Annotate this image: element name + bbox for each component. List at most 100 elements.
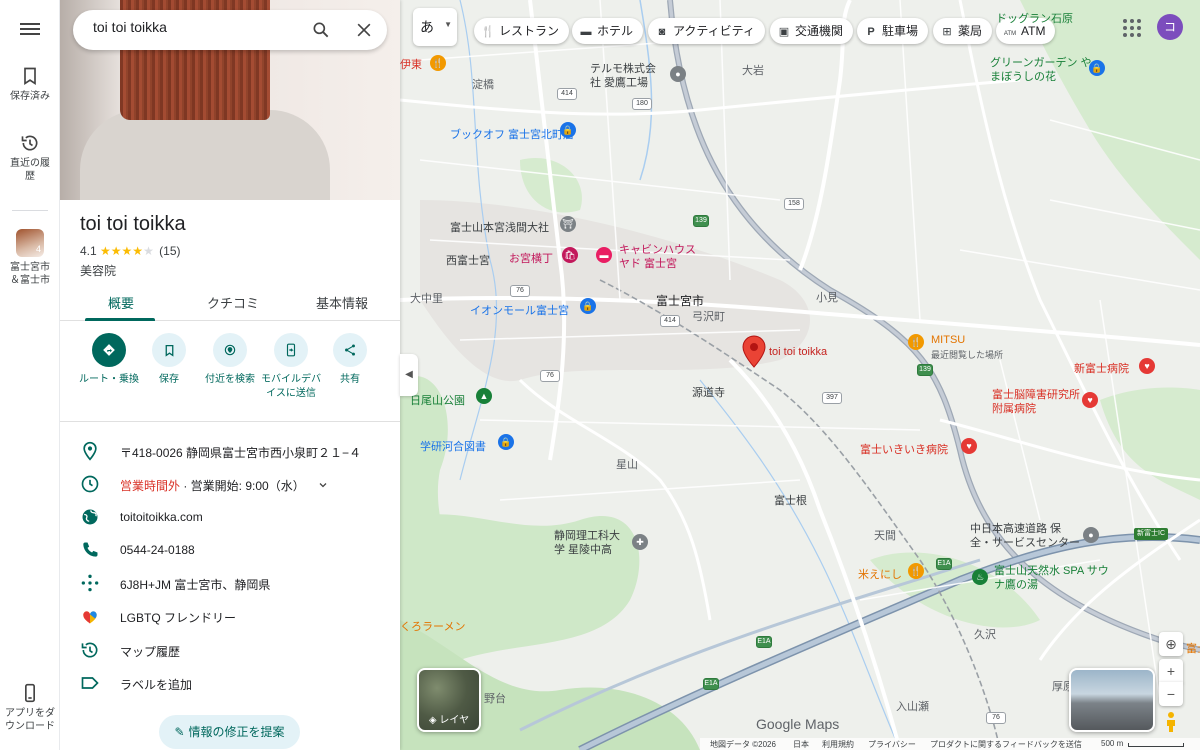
share-button[interactable]: 共有 (319, 333, 381, 387)
save-button[interactable]: 保存 (138, 333, 200, 387)
street-view-preview[interactable] (1069, 668, 1155, 732)
map-label[interactable]: 学研河合図書 (420, 438, 486, 454)
address-text: 〒418-0026 静岡県富士宮市西小泉町２１−４ (120, 446, 362, 460)
hours-status: 営業時間外 (120, 479, 181, 493)
recent-place-button[interactable]: 4 富士宮市＆富士市 (0, 229, 60, 287)
footer-japan[interactable]: 日本 (793, 739, 809, 750)
website-row[interactable]: toitoitoikka.com (60, 501, 400, 534)
chevron-down-icon[interactable] (317, 479, 329, 491)
chip-transit[interactable]: ▣ 交通機関 (770, 18, 854, 44)
zoom-out-button[interactable]: − (1159, 682, 1183, 706)
chip-restaurant[interactable]: 🍴 レストラン (474, 18, 570, 44)
map-label[interactable]: 静岡理工科大学 星陵中高 (554, 529, 626, 558)
phone-row[interactable]: 0544-24-0188 (60, 534, 400, 567)
business-poi-icon[interactable]: ● (670, 66, 686, 82)
input-tools-button[interactable]: あ ▼ (413, 8, 457, 46)
map-label[interactable]: 富士脳障害研究所附属病院 (992, 388, 1080, 417)
map-label[interactable]: ブックオフ 富士宮北町店 (450, 126, 574, 142)
tab-about[interactable]: 基本情報 (316, 293, 368, 312)
chip-parking[interactable]: P 駐車場 (857, 18, 929, 44)
route-shield: 158 (784, 198, 804, 210)
map-label[interactable]: 新富士病院 (1074, 360, 1129, 376)
map-label[interactable]: ドッグラン石原 (996, 10, 1073, 26)
shopping-poi-icon[interactable]: 🔒 (498, 434, 514, 450)
restaurant-poi-icon[interactable]: 🍴 (430, 55, 446, 71)
hospital-poi-icon[interactable]: ♥ (1139, 358, 1155, 374)
route-shield: 414 (557, 88, 577, 100)
shopping-poi-icon[interactable]: 🛍 (562, 247, 578, 263)
map-label[interactable]: 富士いきいき病院 (860, 441, 948, 457)
scale-bar[interactable] (1128, 743, 1184, 747)
park-poi-icon[interactable]: ▲ (476, 388, 492, 404)
garden-poi-icon[interactable]: 🔒 (1089, 60, 1105, 76)
place-pin-label[interactable]: toi toi toikka (769, 346, 827, 358)
shopping-poi-icon[interactable]: 🔒 (580, 298, 596, 314)
scale-label[interactable]: 500 m (1101, 739, 1123, 748)
shopping-poi-icon[interactable]: 🔒 (560, 122, 576, 138)
feedback-link[interactable]: プロダクトに関するフィードバックを送信 (930, 739, 1082, 750)
close-icon[interactable] (354, 20, 374, 40)
map-label[interactable]: くろラーメン (400, 618, 466, 634)
get-app-button[interactable]: アプリをダウンロード (0, 683, 60, 733)
tab-overview[interactable]: 概要 (108, 293, 134, 312)
shrine-poi-icon[interactable]: ⛩ (560, 216, 576, 232)
address-row[interactable]: 〒418-0026 静岡県富士宮市西小泉町２１−４ (60, 435, 400, 468)
search-box (73, 10, 387, 50)
hospital-poi-icon[interactable]: ♥ (1082, 392, 1098, 408)
map-label[interactable]: 伊東 (400, 56, 422, 72)
spa-poi-icon[interactable]: ♨ (972, 569, 988, 585)
search-icon[interactable] (311, 20, 331, 40)
hospital-poi-icon[interactable]: ♥ (961, 438, 977, 454)
account-avatar[interactable]: コ (1157, 14, 1183, 40)
phone-call-icon (83, 542, 98, 557)
collapse-panel-button[interactable]: ◀ (400, 354, 418, 396)
suggest-edit-button[interactable]: ✎ 情報の修正を提案 (159, 715, 300, 749)
send-to-phone-button[interactable]: モバイルデバイスに送信 (260, 333, 322, 400)
add-label-row[interactable]: ラベルを追加 (60, 667, 400, 700)
pharmacy-icon: ⊞ (942, 26, 952, 38)
place-category[interactable]: 美容院 (80, 262, 116, 279)
map-label[interactable]: 富士山本宮浅間大社 (450, 219, 549, 235)
restaurant-poi-icon[interactable]: 🍴 (908, 563, 924, 579)
school-poi-icon[interactable]: ✚ (632, 534, 648, 550)
map-label[interactable]: テルモ株式会社 愛鷹工場 (590, 62, 662, 91)
nearby-button[interactable]: 付近を検索 (199, 333, 261, 387)
chip-hotel[interactable]: ▬ ホテル (572, 18, 644, 44)
privacy-link[interactable]: プライバシー (868, 739, 916, 750)
route-shield: E1A (756, 636, 772, 648)
layers-button[interactable]: ◈ レイヤ (417, 668, 481, 732)
pegman-icon[interactable] (1159, 710, 1183, 734)
recent-button[interactable]: 直近の履歴 (0, 133, 60, 183)
map-canvas[interactable]: あ ▼ 🍴 レストラン ▬ ホテル ◙ アクティビティ ▣ 交通機関 P 駐車場 ⊞ 薬局 … (400, 0, 1200, 750)
map-label[interactable]: イオンモール富士宮 (470, 302, 569, 318)
tab-reviews[interactable]: クチコミ (207, 293, 259, 312)
map-label[interactable]: 日尾山公園 (410, 392, 465, 408)
lgbtq-row[interactable]: LGBTQ フレンドリー (60, 600, 400, 633)
hotel-poi-icon[interactable]: ▬ (596, 247, 612, 263)
saved-button[interactable]: 保存済み (0, 66, 60, 103)
history-row[interactable]: マップ履歴 (60, 634, 400, 667)
plus-code-row[interactable]: 6J8H+JM 富士宮市、静岡県 (60, 567, 400, 600)
map-label[interactable]: お宮横丁 (509, 250, 553, 266)
my-location-button[interactable]: ⊕ (1159, 632, 1183, 656)
map-label[interactable]: グリーンガーデン やまぼうしの花 (990, 56, 1100, 85)
map-label[interactable]: MITSU (931, 334, 965, 346)
terms-link[interactable]: 利用規約 (822, 739, 854, 750)
menu-icon[interactable] (18, 20, 42, 40)
nearby-icon (224, 344, 236, 356)
map-label[interactable]: 米えにし (858, 566, 902, 582)
business-poi-icon[interactable]: ● (1083, 527, 1099, 543)
chip-activities[interactable]: ◙ アクティビティ (648, 18, 765, 44)
search-input[interactable] (93, 19, 293, 35)
chip-pharmacy[interactable]: ⊞ 薬局 (933, 18, 993, 44)
directions-button[interactable]: ルート・乗換 (78, 333, 140, 387)
review-count[interactable]: (15) (159, 244, 180, 258)
restaurant-poi-icon[interactable]: 🍴 (908, 334, 924, 350)
plus-code-icon (81, 574, 99, 592)
zoom-in-button[interactable]: + (1159, 659, 1183, 683)
map-label[interactable]: 中日本高速道路 保全・サービスセンター (970, 522, 1082, 551)
map-label[interactable]: キャビンハウス ヤド 富士宮 (619, 243, 709, 272)
hours-row[interactable]: 営業時間外 · 営業開始: 9:00（水） (60, 468, 400, 501)
map-label[interactable]: 富士山天然水 SPA サウナ鷹の湯 (994, 564, 1114, 593)
apps-grid-icon[interactable] (1120, 16, 1144, 40)
